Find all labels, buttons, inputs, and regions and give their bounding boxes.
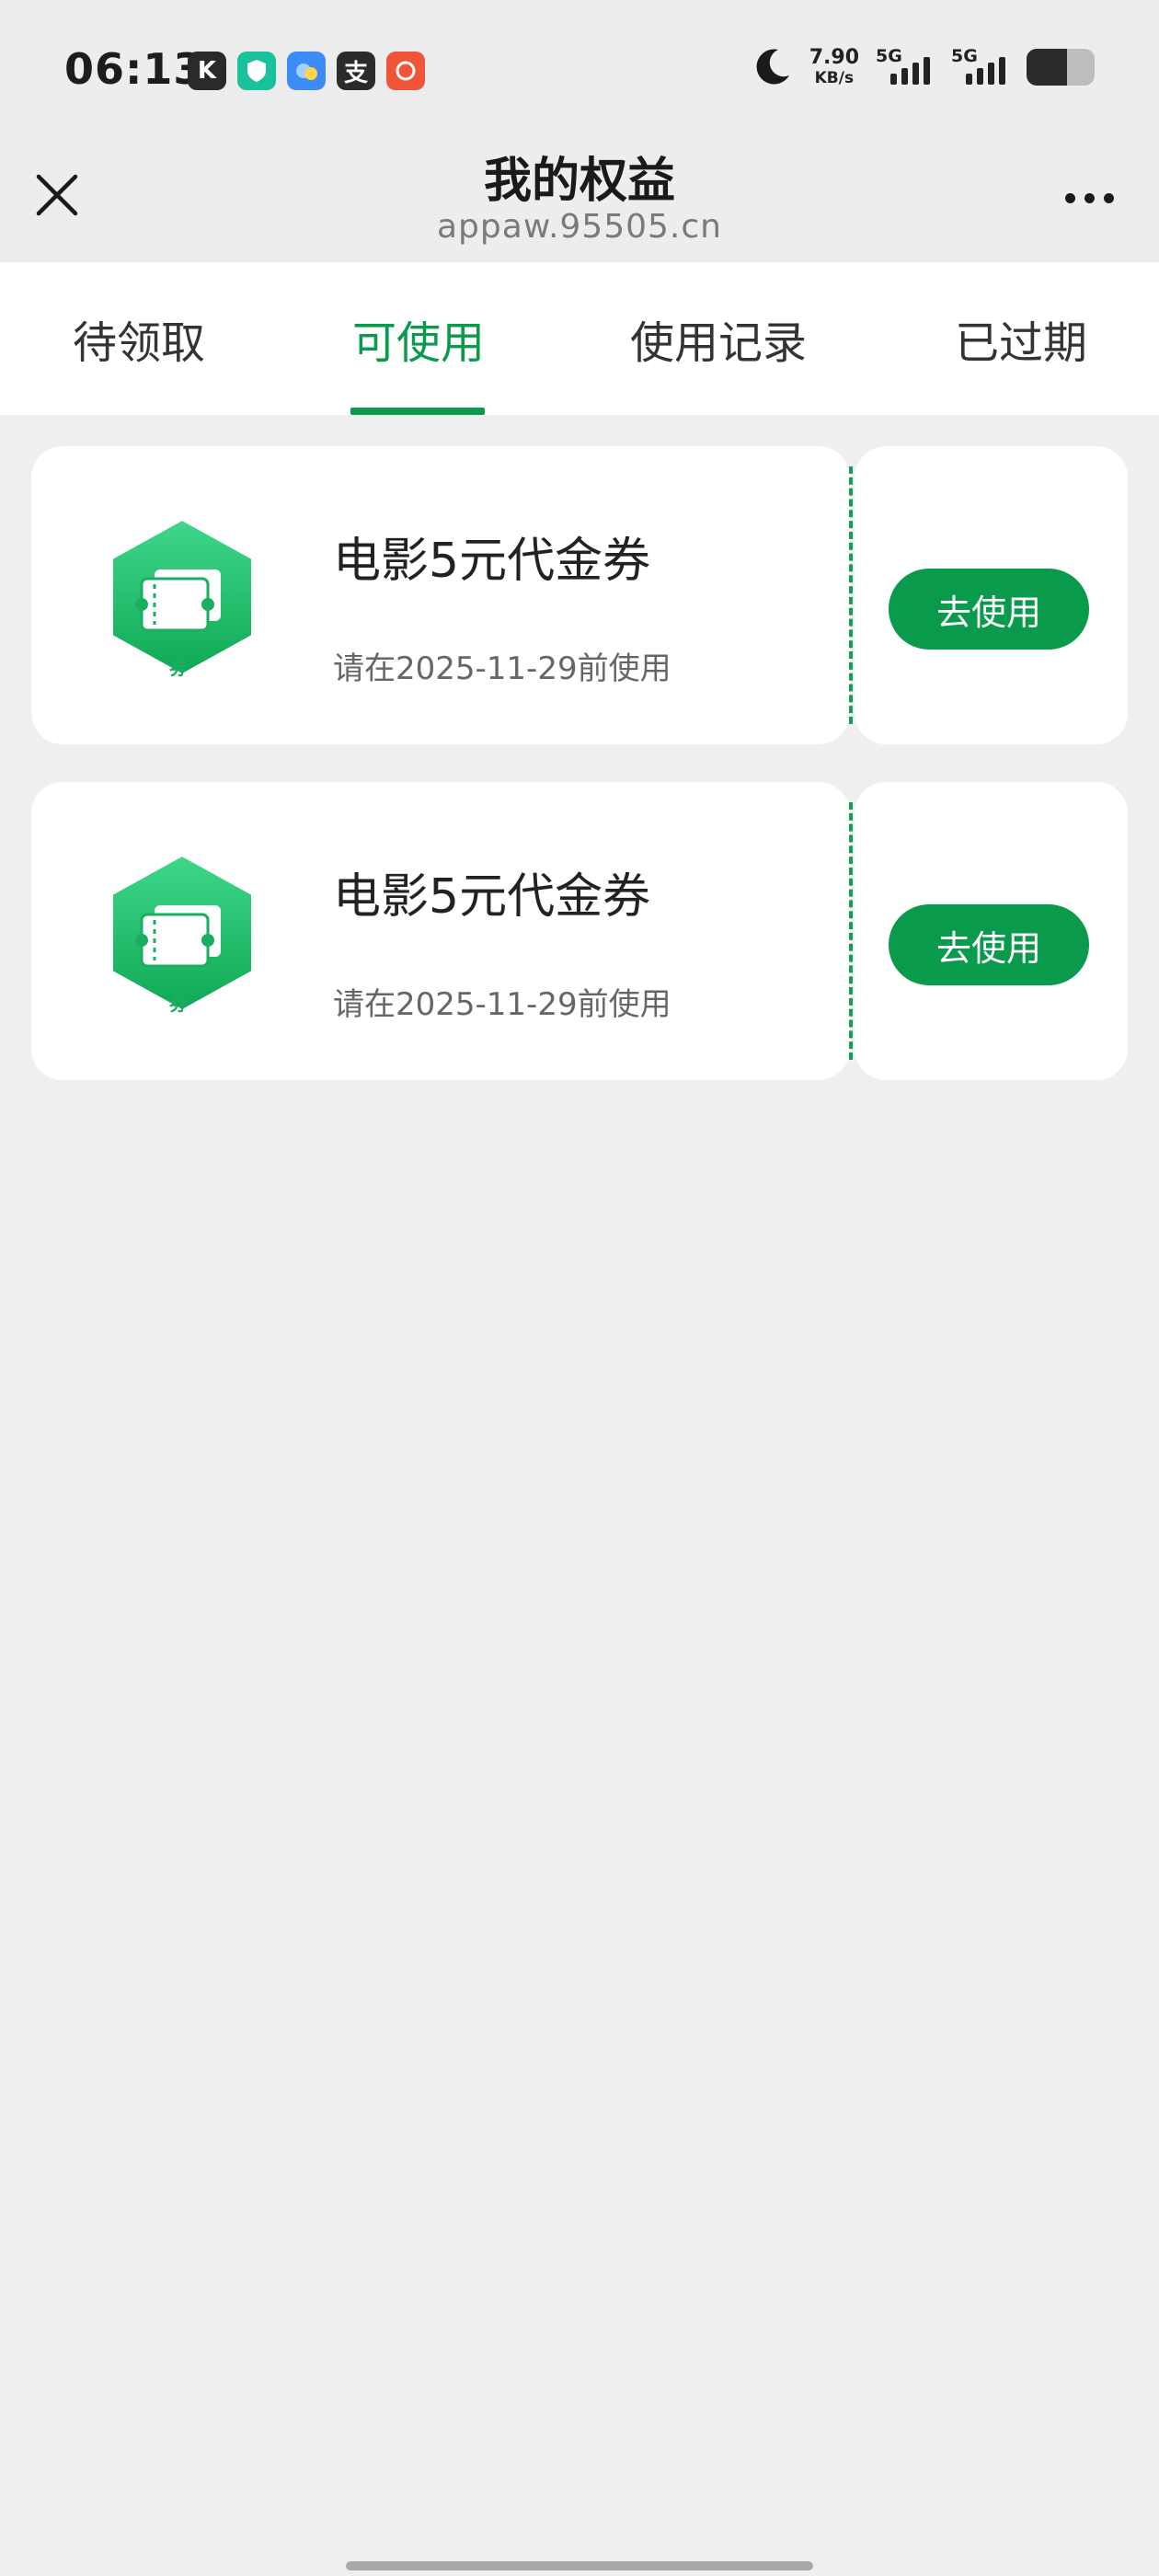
coupon-title: 电影5元代金券 [333, 534, 651, 589]
coupon-card: 券 电影5元代金券 请在2025-11-29前使用 去使用 [31, 446, 1128, 744]
alipay-app-icon: 支 [337, 52, 375, 90]
network-speed-unit: KB/s [814, 69, 855, 87]
tab-pending[interactable]: 待领取 [40, 262, 237, 415]
notification-icons: K 支 [188, 52, 425, 90]
blue-app-icon [287, 52, 326, 90]
page-domain: appaw.95505.cn [437, 208, 722, 246]
coupon-divider [849, 466, 853, 724]
page-title: 我的权益 [483, 154, 675, 209]
coupon-expiry: 请在2025-11-29前使用 [333, 986, 671, 1023]
title-bar: 我的权益 appaw.95505.cn [0, 138, 1159, 262]
tab-history[interactable]: 使用记录 [607, 262, 830, 415]
shield-app-icon [237, 52, 276, 90]
use-coupon-button[interactable]: 去使用 [889, 569, 1089, 650]
more-button[interactable] [1052, 175, 1126, 221]
coupon-icon-label: 券 [169, 657, 188, 679]
tab-expired[interactable]: 已过期 [929, 262, 1113, 415]
coupon-divider [849, 802, 853, 1060]
signal-sim2: 5G [951, 46, 1010, 88]
coupon-icon-label: 券 [169, 993, 188, 1015]
tab-bar: 待领取 可使用 使用记录 已过期 [0, 262, 1159, 415]
active-tab-indicator [350, 408, 485, 415]
orange-app-icon [386, 52, 425, 90]
coupon-card: 券 电影5元代金券 请在2025-11-29前使用 去使用 [31, 782, 1128, 1080]
coupon-title: 电影5元代金券 [333, 869, 651, 925]
network-speed: 7.90 KB/s [809, 48, 859, 86]
use-coupon-button[interactable]: 去使用 [889, 904, 1089, 985]
signal-sim1: 5G [876, 46, 935, 88]
network-speed-value: 7.90 [809, 46, 859, 69]
moon-icon [756, 49, 789, 85]
tab-available[interactable]: 可使用 [320, 262, 517, 415]
more-icon [1064, 192, 1075, 203]
status-right: 7.90 KB/s 5G 5G [751, 46, 1095, 88]
status-time: 06:13 [64, 44, 204, 94]
status-bar: 06:13 K 支 7.90 KB/s 5G 5G [0, 0, 1159, 138]
battery-icon [1027, 49, 1095, 86]
home-indicator[interactable] [346, 2561, 813, 2570]
coupon-expiry: 请在2025-11-29前使用 [333, 650, 671, 687]
k-app-icon: K [188, 52, 226, 90]
